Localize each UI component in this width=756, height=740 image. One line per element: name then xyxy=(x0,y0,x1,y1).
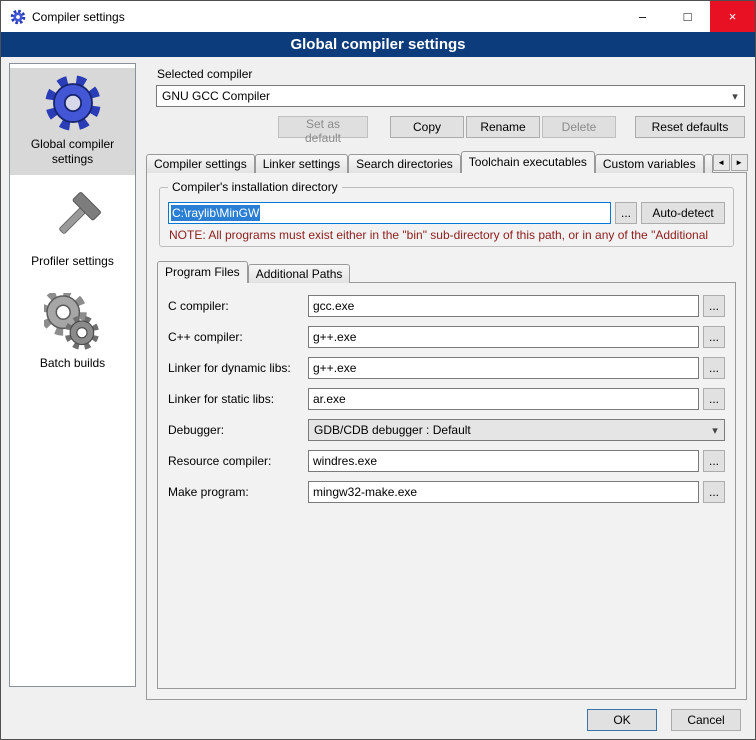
tab-scroll-right-icon[interactable]: ► xyxy=(731,154,748,171)
compiler-settings-window: Compiler settings – □ × Global compiler … xyxy=(0,0,756,740)
program-files-panel: C compiler: ... C++ compiler: ... Linker… xyxy=(157,282,736,689)
selected-compiler-dropdown[interactable]: GNU GCC Compiler ▾ xyxy=(156,85,745,107)
dialog-content: Global compiler settings Profiler settin… xyxy=(1,57,755,739)
main-panel: Selected compiler GNU GCC Compiler ▾ Set… xyxy=(146,63,747,731)
sidebar-item-batch-builds[interactable]: Batch builds xyxy=(10,287,135,379)
debugger-select[interactable]: GDB/CDB debugger : Default ▾ xyxy=(308,419,725,441)
maximize-button[interactable]: □ xyxy=(665,1,710,32)
resource-compiler-input[interactable] xyxy=(308,450,699,472)
c-compiler-input[interactable] xyxy=(308,295,699,317)
installation-directory-title: Compiler's installation directory xyxy=(168,180,342,194)
install-dir-input[interactable]: C:\raylib\MinGW xyxy=(168,202,611,224)
c-compiler-browse-button[interactable]: ... xyxy=(703,295,725,317)
cancel-button[interactable]: Cancel xyxy=(671,709,741,731)
resource-compiler-label: Resource compiler: xyxy=(168,454,304,468)
tab-scroll-left-icon[interactable]: ◄ xyxy=(713,154,730,171)
window-title: Compiler settings xyxy=(32,10,620,24)
minimize-button[interactable]: – xyxy=(620,1,665,32)
debugger-row: Debugger: GDB/CDB debugger : Default ▾ xyxy=(168,419,725,441)
debugger-label: Debugger: xyxy=(168,423,304,437)
sidebar-item-profiler-settings[interactable]: Profiler settings xyxy=(10,185,135,277)
tab-compiler-settings[interactable]: Compiler settings xyxy=(146,154,255,173)
tab-linker-settings[interactable]: Linker settings xyxy=(255,154,348,173)
sidebar-item-label: Global compiler settings xyxy=(13,137,132,167)
autodetect-button[interactable]: Auto-detect xyxy=(641,202,725,224)
subtab-additional-paths[interactable]: Additional Paths xyxy=(248,264,351,283)
sidebar-item-global-compiler-settings[interactable]: Global compiler settings xyxy=(10,68,135,175)
dynamic-linker-input[interactable] xyxy=(308,357,699,379)
toolchain-subtab-bar: Program Files Additional Paths xyxy=(157,261,736,283)
make-program-row: Make program: ... xyxy=(168,481,725,503)
ok-button[interactable]: OK xyxy=(587,709,657,731)
delete-button[interactable]: Delete xyxy=(542,116,616,138)
reset-defaults-button[interactable]: Reset defaults xyxy=(635,116,745,138)
cpp-compiler-label: C++ compiler: xyxy=(168,330,304,344)
close-button[interactable]: × xyxy=(710,1,755,32)
dialog-footer: OK Cancel xyxy=(146,709,747,731)
sidebar: Global compiler settings Profiler settin… xyxy=(9,63,136,687)
cpp-compiler-input[interactable] xyxy=(308,326,699,348)
cpp-compiler-browse-button[interactable]: ... xyxy=(703,326,725,348)
title-bar[interactable]: Compiler settings – □ × xyxy=(1,1,755,32)
sidebar-item-label: Profiler settings xyxy=(31,254,114,269)
window-controls: – □ × xyxy=(620,1,755,32)
static-linker-row: Linker for static libs: ... xyxy=(168,388,725,410)
dialog-header: Global compiler settings xyxy=(1,32,755,57)
static-linker-browse-button[interactable]: ... xyxy=(703,388,725,410)
installation-directory-group: Compiler's installation directory C:\ray… xyxy=(159,187,734,247)
dynamic-linker-browse-button[interactable]: ... xyxy=(703,357,725,379)
install-dir-selected-text: C:\raylib\MinGW xyxy=(171,205,260,221)
make-program-input[interactable] xyxy=(308,481,699,503)
gray-gears-icon xyxy=(44,293,102,351)
debugger-value: GDB/CDB debugger : Default xyxy=(314,423,471,437)
settings-tab-bar: Compiler settings Linker settings Search… xyxy=(146,151,747,173)
toolchain-executables-panel: Compiler's installation directory C:\ray… xyxy=(146,172,747,700)
resource-compiler-browse-button[interactable]: ... xyxy=(703,450,725,472)
tab-toolchain-executables[interactable]: Toolchain executables xyxy=(461,151,595,173)
selected-compiler-value: GNU GCC Compiler xyxy=(162,89,270,103)
dynamic-linker-row: Linker for dynamic libs: ... xyxy=(168,357,725,379)
rename-button[interactable]: Rename xyxy=(466,116,540,138)
dynamic-linker-label: Linker for dynamic libs: xyxy=(168,361,304,375)
sidebar-item-label: Batch builds xyxy=(40,356,105,371)
cpp-compiler-row: C++ compiler: ... xyxy=(168,326,725,348)
c-compiler-row: C compiler: ... xyxy=(168,295,725,317)
tab-build-options[interactable]: Buil xyxy=(704,154,713,173)
profiler-tool-icon xyxy=(44,191,102,249)
static-linker-input[interactable] xyxy=(308,388,699,410)
bin-subdirectory-note: NOTE: All programs must exist either in … xyxy=(169,228,724,242)
c-compiler-label: C compiler: xyxy=(168,299,304,313)
chevron-down-icon: ▾ xyxy=(706,420,724,440)
compiler-buttons-row: Set as default Copy Rename Delete Reset … xyxy=(156,116,745,138)
installation-directory-row: C:\raylib\MinGW ... Auto-detect xyxy=(168,202,725,224)
chevron-down-icon: ▾ xyxy=(726,86,744,106)
selected-compiler-section: Selected compiler GNU GCC Compiler ▾ Set… xyxy=(146,63,747,138)
subtab-program-files[interactable]: Program Files xyxy=(157,261,248,283)
set-as-default-button[interactable]: Set as default xyxy=(278,116,368,138)
tab-scroll-buttons: ◄ ► xyxy=(713,154,748,173)
static-linker-label: Linker for static libs: xyxy=(168,392,304,406)
app-icon xyxy=(10,9,26,25)
resource-compiler-row: Resource compiler: ... xyxy=(168,450,725,472)
copy-button[interactable]: Copy xyxy=(390,116,464,138)
make-program-browse-button[interactable]: ... xyxy=(703,481,725,503)
make-program-label: Make program: xyxy=(168,485,304,499)
blue-gear-icon xyxy=(44,74,102,132)
selected-compiler-label: Selected compiler xyxy=(157,67,745,81)
install-dir-browse-button[interactable]: ... xyxy=(615,202,637,224)
tab-search-directories[interactable]: Search directories xyxy=(348,154,461,173)
tab-custom-variables[interactable]: Custom variables xyxy=(595,154,704,173)
